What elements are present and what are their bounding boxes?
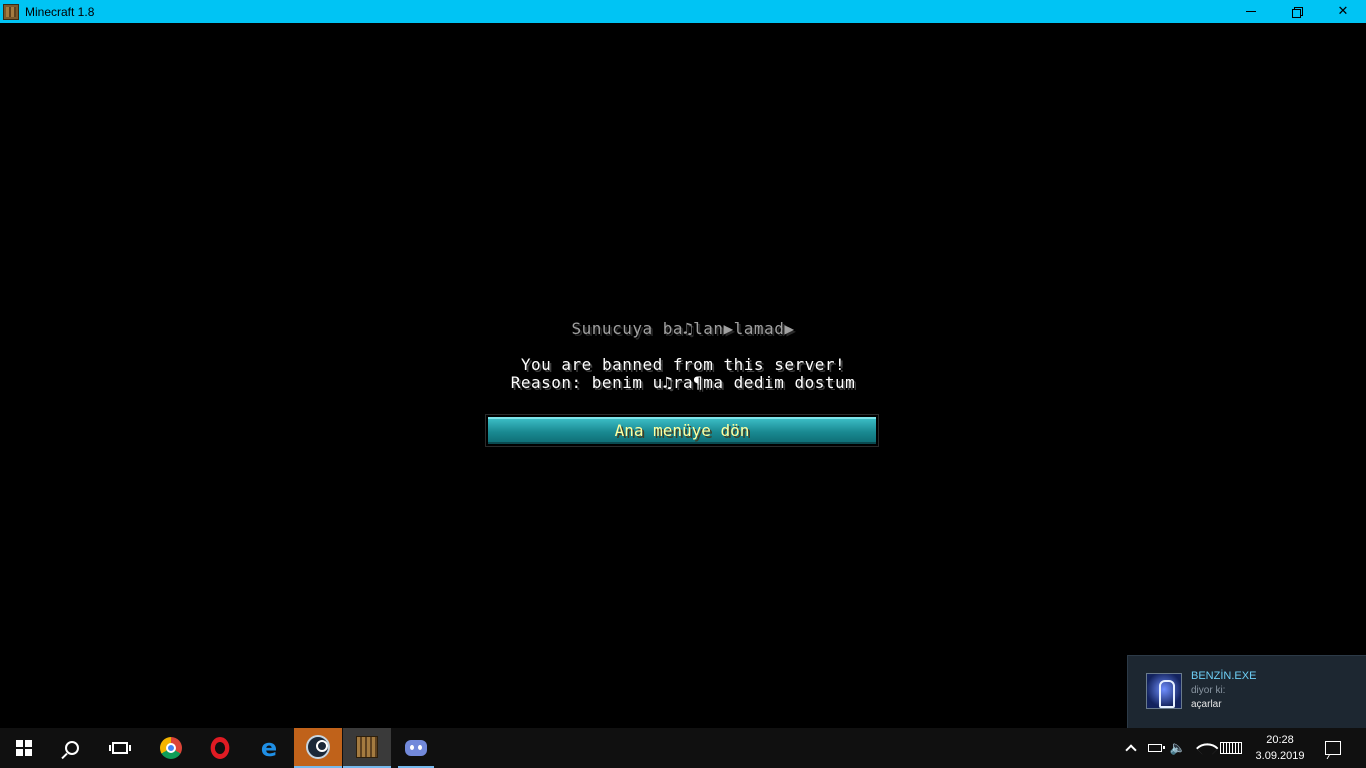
minimize-button[interactable] (1228, 0, 1274, 23)
tray-volume[interactable]: 🔈 (1167, 728, 1189, 768)
edge-icon: e (260, 734, 278, 762)
avatar-icon (1146, 673, 1182, 709)
notification-message: açarlar (1191, 699, 1222, 710)
restore-icon (1292, 6, 1303, 18)
ban-message-line2: Reason: benim u♫ra¶ma dedim dostum (510, 373, 856, 392)
search-icon (65, 741, 79, 755)
window-title: Minecraft 1.8 (25, 4, 95, 19)
notification-sender: BENZİN.EXE (1191, 670, 1257, 682)
minecraft-icon (3, 3, 19, 20)
taskbar-app-opera[interactable] (196, 728, 244, 768)
notification-icon (1325, 741, 1341, 755)
search-button[interactable] (48, 728, 96, 768)
battery-icon (1148, 744, 1165, 752)
clock-time: 20:28 (1266, 734, 1294, 746)
wifi-icon (1195, 736, 1219, 760)
discord-notification[interactable]: BENZİN.EXE diyor ki: açarlar (1127, 655, 1366, 728)
close-icon: ✕ (1337, 4, 1349, 19)
tray-battery[interactable] (1144, 728, 1166, 768)
tray-keyboard[interactable] (1217, 728, 1245, 768)
task-view-icon (109, 742, 131, 754)
disconnect-title: Sunucuya ba♫lan▶lamad▶ (571, 319, 795, 338)
taskbar-app-minecraft[interactable] (343, 728, 391, 768)
minimize-icon (1246, 11, 1256, 12)
opera-icon (210, 737, 230, 759)
window-title-bar[interactable]: Minecraft 1.8 ✕ (0, 0, 1366, 23)
game-viewport[interactable]: Sunucuya ba♫lan▶lamad▶ You are banned fr… (0, 23, 1366, 728)
window-controls: ✕ (1228, 0, 1366, 23)
taskbar-app-discord[interactable] (392, 728, 440, 768)
taskbar-app-chrome[interactable] (147, 728, 195, 768)
action-center-button[interactable] (1318, 728, 1348, 768)
back-to-main-menu-label: Ana menüye dön (614, 421, 750, 440)
taskbar-app-edge[interactable]: e (245, 728, 293, 768)
taskbar-app-steam[interactable] (294, 728, 342, 768)
steam-icon (306, 735, 330, 759)
minecraft-icon (356, 736, 378, 758)
taskbar: e 🔈 20:28 3.09.2019 (0, 728, 1366, 768)
close-button[interactable]: ✕ (1320, 0, 1366, 23)
tray-clock[interactable]: 20:28 3.09.2019 (1250, 728, 1310, 768)
chevron-up-icon (1125, 744, 1137, 756)
ban-message-line1: You are banned from this server! (520, 355, 846, 374)
discord-icon (405, 740, 427, 756)
tray-network[interactable] (1192, 728, 1219, 768)
windows-logo-icon (16, 740, 32, 756)
restore-button[interactable] (1274, 0, 1320, 23)
back-to-main-menu-button[interactable]: Ana menüye dön (485, 414, 879, 447)
task-view-button[interactable] (96, 728, 144, 768)
notification-subtitle: diyor ki: (1191, 685, 1226, 696)
tray-overflow-button[interactable] (1120, 728, 1142, 768)
clock-date: 3.09.2019 (1255, 750, 1305, 762)
volume-icon: 🔈 (1169, 740, 1187, 756)
keyboard-icon (1220, 742, 1242, 754)
start-button[interactable] (0, 728, 48, 768)
chrome-icon (160, 737, 182, 759)
